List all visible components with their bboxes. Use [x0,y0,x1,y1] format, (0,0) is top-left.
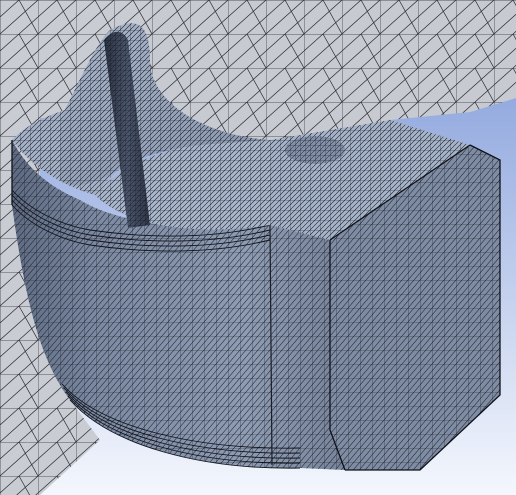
mesh-scene [0,0,516,495]
mesh-block [11,0,516,471]
mesh-viewport[interactable] [0,0,516,495]
